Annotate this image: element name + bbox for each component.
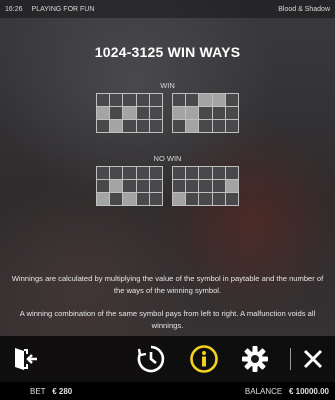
grid-cell: [110, 94, 123, 106]
grid-cell: [123, 167, 136, 179]
grid-cell-highlighted: [225, 180, 238, 192]
grid-cell: [186, 180, 199, 192]
clock-time: 16:26: [5, 5, 23, 13]
win-example-grid-right: [172, 93, 239, 133]
win-example-grid-left: [96, 93, 163, 133]
balance-display: BALANCE € 10000.00: [245, 387, 329, 396]
grid-cell: [97, 167, 110, 179]
grid-cell: [136, 94, 149, 106]
grid-cell: [97, 94, 110, 106]
grid-cell: [136, 193, 149, 205]
bet-value: € 280: [52, 386, 73, 396]
win-label: WIN: [160, 81, 175, 90]
grid-cell-highlighted: [173, 193, 186, 205]
grid-cell: [212, 120, 225, 132]
page-title: 1024-3125 WIN WAYS: [94, 44, 241, 60]
play-mode-label: PLAYING FOR FUN: [31, 5, 95, 13]
grid-cell: [149, 94, 162, 106]
grid-cell-highlighted: [97, 193, 110, 205]
no-win-example-grid-left: [96, 166, 163, 206]
grid-cell: [173, 94, 186, 106]
bet-display: BET € 280: [30, 387, 72, 396]
grid-cell: [123, 94, 136, 106]
no-win-label: NO WIN: [153, 154, 182, 163]
toolbar-divider: [290, 348, 291, 370]
bottom-toolbar: [0, 336, 335, 382]
grid-cell: [173, 180, 186, 192]
balance-label: BALANCE: [244, 386, 283, 396]
grid-cell: [199, 120, 212, 132]
grid-cell: [173, 167, 186, 179]
gear-icon[interactable]: [240, 344, 270, 374]
grid-cell: [186, 193, 199, 205]
grid-cell: [199, 193, 212, 205]
rules-paragraph-2: A winning combination of the same symbol…: [19, 309, 316, 330]
no-win-example-grid-right: [172, 166, 239, 206]
info-icon[interactable]: [189, 344, 219, 374]
grid-cell: [225, 167, 238, 179]
grid-cell: [199, 180, 212, 192]
balance-value: € 10000.00: [288, 386, 329, 396]
grid-cell: [123, 120, 136, 132]
grid-cell: [199, 167, 212, 179]
grid-cell-highlighted: [123, 107, 136, 119]
grid-cell: [173, 120, 186, 132]
grid-cell-highlighted: [186, 107, 199, 119]
grid-cell-highlighted: [173, 107, 186, 119]
grid-cell-highlighted: [97, 107, 110, 119]
grid-cell: [97, 180, 110, 192]
grid-cell: [110, 193, 123, 205]
close-icon[interactable]: [298, 344, 328, 374]
grid-cell: [149, 180, 162, 192]
grid-cell: [110, 107, 123, 119]
grid-cell: [149, 107, 162, 119]
grid-cell: [212, 107, 225, 119]
grid-cell: [97, 120, 110, 132]
top-bar: 16:26 PLAYING FOR FUN Blood & Shadow: [0, 0, 335, 18]
grid-cell-highlighted: [199, 94, 212, 106]
grid-cell: [225, 120, 238, 132]
grid-cell: [136, 167, 149, 179]
grid-cell-highlighted: [110, 120, 123, 132]
grid-cell: [225, 193, 238, 205]
grid-cell: [123, 180, 136, 192]
rules-paragraph-1: Winnings are calculated by multiplying t…: [11, 274, 324, 295]
grid-cell: [136, 180, 149, 192]
grid-cell-highlighted: [212, 94, 225, 106]
clock-history-icon[interactable]: [136, 344, 166, 374]
grid-cell: [212, 167, 225, 179]
grid-cell: [186, 167, 199, 179]
grid-cell: [149, 193, 162, 205]
grid-cell: [149, 120, 162, 132]
bet-label: BET: [30, 386, 46, 396]
grid-cell: [186, 94, 199, 106]
grid-cell: [136, 107, 149, 119]
game-title: Blood & Shadow: [278, 5, 330, 13]
grid-cell: [149, 167, 162, 179]
grid-cell: [136, 120, 149, 132]
grid-cell-highlighted: [186, 120, 199, 132]
grid-cell: [225, 94, 238, 106]
grid-cell: [225, 107, 238, 119]
grid-cell: [212, 180, 225, 192]
exit-door-icon[interactable]: [10, 344, 40, 374]
status-bar: BET € 280 BALANCE € 10000.00: [0, 382, 335, 400]
grid-cell: [110, 167, 123, 179]
grid-cell: [212, 193, 225, 205]
grid-cell-highlighted: [110, 180, 123, 192]
grid-cell: [199, 107, 212, 119]
grid-cell-highlighted: [123, 193, 136, 205]
